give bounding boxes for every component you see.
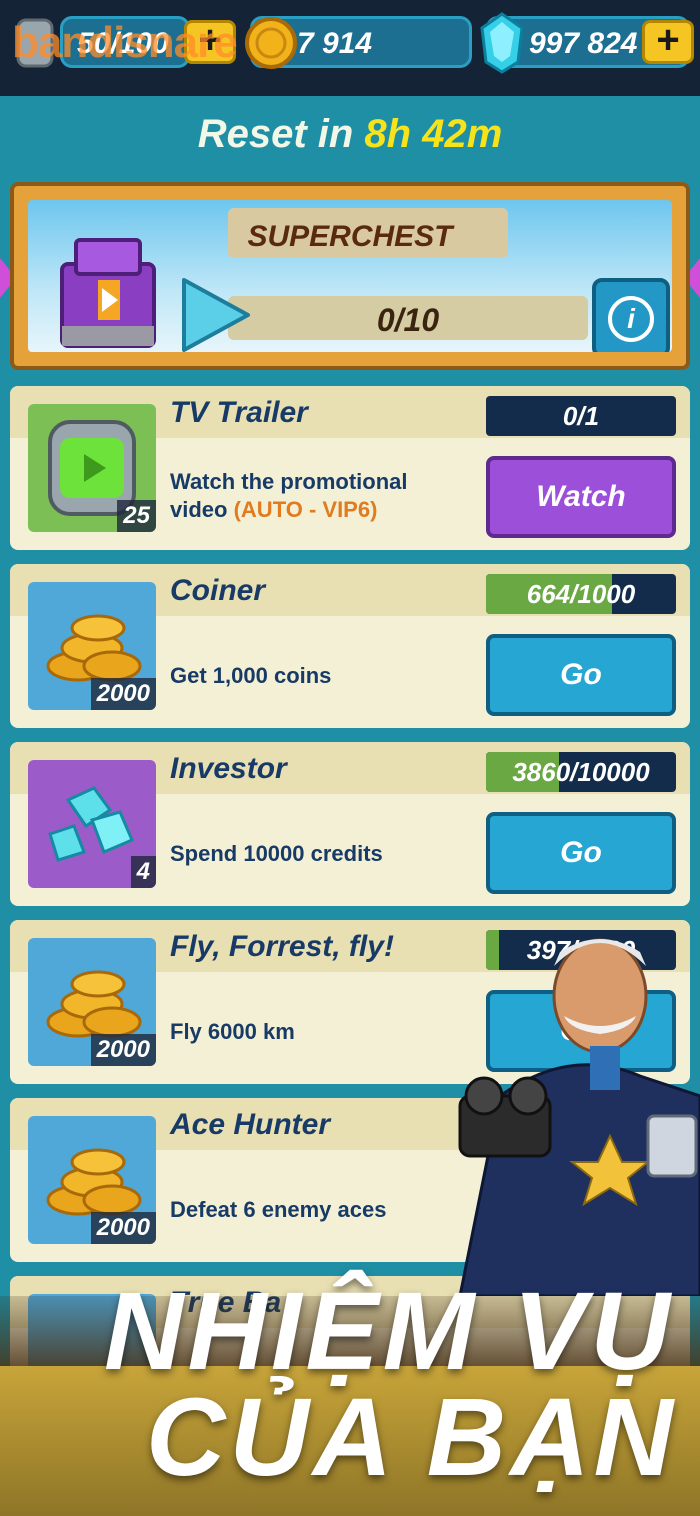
gems-icon: 4 — [28, 760, 156, 888]
mission-description: Watch the promotional video (AUTO - VIP6… — [170, 468, 460, 524]
superchest-chest-icon — [60, 238, 156, 348]
reset-time: 8h 42m — [364, 112, 503, 156]
coins-icon: 2000 — [28, 1116, 156, 1244]
mission-description: Defeat 6 enemy aces — [170, 1197, 387, 1222]
reset-timer: Reset in 8h 42m — [0, 112, 700, 157]
mission-card-investor: 4 Investor Spend 10000 credits 3860/1000… — [10, 742, 690, 906]
info-icon: i — [608, 296, 654, 342]
mission-card-coiner: 2000 Coiner Get 1,000 coins 664/1000 Go — [10, 564, 690, 728]
reward-count: 2000 — [90, 1034, 156, 1066]
gems-value: 997 824 — [529, 27, 638, 60]
progress-text: 3860/10000 — [512, 757, 650, 787]
reset-label: Reset in — [197, 112, 365, 156]
reward-count: 2000 — [90, 678, 156, 710]
superchest-info-button[interactable]: i — [592, 278, 670, 352]
go-button[interactable]: Go — [486, 812, 676, 894]
mission-description: Spend 10000 credits — [170, 841, 383, 866]
mission-title: Coiner — [170, 574, 266, 607]
go-button[interactable]: Go — [486, 634, 676, 716]
superchest-progress-bar: 0/10 — [228, 296, 588, 340]
watch-button[interactable]: Watch — [486, 456, 676, 538]
mission-title: Investor — [170, 752, 287, 785]
reward-count: 2000 — [90, 1212, 156, 1244]
banner-title-line2: CỦA BẠN — [146, 1376, 678, 1499]
reward-count: 4 — [130, 856, 156, 888]
mission-desc-highlight: (AUTO - VIP6) — [233, 497, 378, 522]
tv-capsule-icon: 25 — [28, 404, 156, 532]
gem-icon — [480, 12, 524, 74]
coins-value: 7 914 — [297, 27, 373, 60]
superchest-progress-text: 0/10 — [376, 302, 440, 338]
resource-bar: 50/100 + 7 914 997 824 + bandisnare — [0, 0, 700, 96]
superchest-background: SUPERCHEST 0/10 i — [28, 200, 672, 352]
mission-progress-bar: 0/1 — [486, 396, 676, 436]
mission-progress-bar: 3860/10000 — [486, 752, 676, 792]
superchest-panel: SUPERCHEST 0/10 i — [10, 182, 690, 370]
mission-title: TV Trailer — [170, 396, 308, 429]
progress-text: 664/1000 — [526, 579, 636, 609]
coin-icon — [245, 17, 297, 69]
general-character-illustration — [458, 938, 700, 1296]
mission-title: Ace Hunter — [170, 1108, 331, 1141]
mission-title: Fly, Forrest, fly! — [170, 930, 394, 963]
mission-description: Get 1,000 coins — [170, 663, 332, 688]
watermark: bandisnare — [12, 18, 238, 67]
mission-description: Fly 6000 km — [170, 1019, 295, 1044]
reward-count: 25 — [117, 500, 156, 532]
mission-card-tv-trailer: 25 TV Trailer Watch the promotional vide… — [10, 386, 690, 550]
mission-progress-bar: 664/1000 — [486, 574, 676, 614]
play-arrow-icon — [182, 278, 250, 352]
add-gems-button[interactable]: + — [642, 20, 694, 64]
coins-icon: 2000 — [28, 938, 156, 1066]
progress-text: 0/1 — [562, 401, 600, 431]
coins-icon: 2000 — [28, 582, 156, 710]
